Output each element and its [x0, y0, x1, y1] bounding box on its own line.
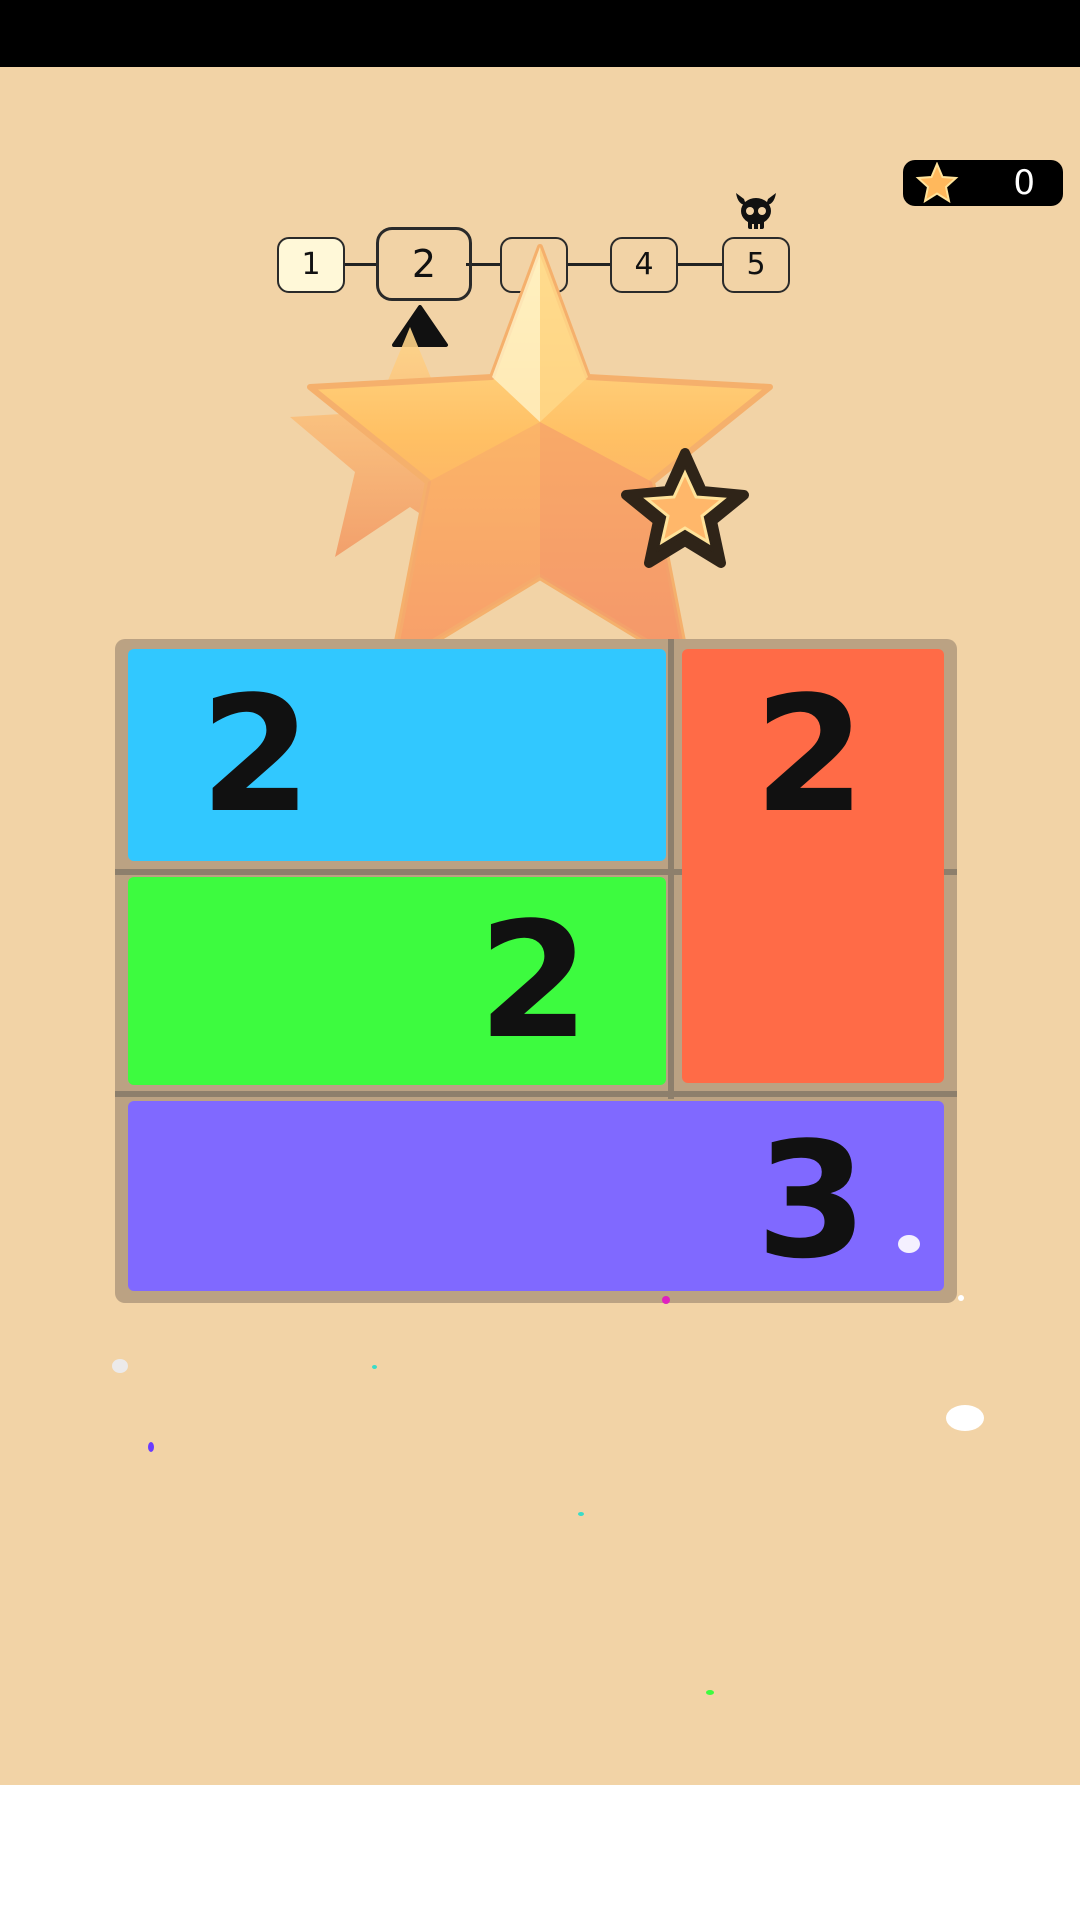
confetti-particle [578, 1512, 584, 1516]
puzzle-board: 2 2 2 3 [115, 639, 957, 1303]
reward-star-icon [290, 244, 773, 670]
star-icon [915, 162, 959, 204]
star-count: 0 [1013, 163, 1035, 203]
confetti-particle [706, 1690, 714, 1695]
confetti-particle [946, 1405, 984, 1431]
block-number: 2 [200, 661, 312, 848]
horned-skull-icon [736, 193, 776, 229]
confetti-particle [372, 1365, 377, 1369]
grid-line [668, 639, 674, 1099]
confetti-particle [112, 1359, 128, 1373]
number-block[interactable]: 2 [682, 649, 944, 1083]
block-number: 3 [756, 1107, 868, 1294]
star-counter: 0 [903, 160, 1063, 206]
block-number: 2 [478, 887, 590, 1074]
game-area[interactable]: 0 1 2 4 5 2 2 2 3 [0, 67, 1080, 1785]
number-block[interactable]: 2 [128, 877, 666, 1085]
block-number: 2 [754, 661, 866, 848]
confetti-particle [662, 1296, 670, 1304]
number-block[interactable]: 3 [128, 1101, 944, 1291]
confetti-particle [958, 1295, 964, 1301]
grid-line [115, 1091, 957, 1097]
number-block[interactable]: 2 [128, 649, 666, 861]
confetti-particle [898, 1235, 920, 1253]
bottom-bar [0, 1785, 1080, 1920]
confetti-particle [148, 1442, 154, 1452]
status-bar [0, 0, 1080, 67]
